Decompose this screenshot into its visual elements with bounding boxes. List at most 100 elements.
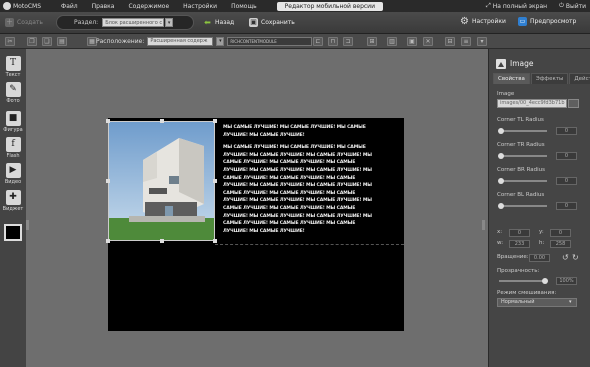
slider-knob[interactable] <box>498 153 504 159</box>
collapse-right-handle[interactable] <box>482 220 485 230</box>
layer-down-icon[interactable]: ▾ <box>477 37 487 46</box>
menu-file[interactable]: Файл <box>61 3 78 10</box>
tool-shape[interactable]: ■ Фигура <box>2 111 24 133</box>
grid-icon[interactable]: ▥ <box>387 37 397 46</box>
close-icon[interactable]: ✕ <box>423 37 433 46</box>
align-left-icon[interactable]: ⊏ <box>313 37 323 46</box>
resize-handle-top[interactable] <box>160 119 164 123</box>
browse-image-button[interactable] <box>568 99 579 108</box>
menu-help[interactable]: Помощь <box>231 3 257 10</box>
back-button[interactable]: ⬅ Назад <box>203 18 234 27</box>
layers-icon[interactable]: ≡ <box>461 37 471 46</box>
color-swatch[interactable] <box>4 224 22 241</box>
slider-knob[interactable] <box>498 128 504 134</box>
distribute-icon[interactable]: ⊞ <box>367 37 377 46</box>
image-path-field[interactable]: images/00_4ecc9fd3b71b <box>497 99 567 108</box>
fullscreen-icon: ⤢ <box>485 2 491 9</box>
video-tool-icon: ▶ <box>5 163 21 178</box>
paste-icon[interactable]: ❑ <box>42 37 52 46</box>
tab-actions[interactable]: Действия <box>569 73 590 84</box>
slider-knob[interactable] <box>498 178 504 184</box>
cut-icon[interactable]: ✂ <box>5 37 15 46</box>
rotation-field[interactable]: 0.00 <box>529 254 550 262</box>
create-button[interactable]: ＋ Создать <box>5 18 43 27</box>
selected-image[interactable] <box>108 121 215 241</box>
tool-flash[interactable]: f Flash <box>2 137 24 159</box>
width-field[interactable]: 233 <box>509 240 530 248</box>
menu-bar: MotoCMS Файл Правка Содержимое Настройки… <box>0 0 590 12</box>
corner-tr-field[interactable]: 0 <box>556 152 577 160</box>
text-block-border <box>215 244 404 245</box>
chevron-down-icon[interactable]: ▾ <box>216 37 225 46</box>
save-label: Сохранить <box>261 19 295 26</box>
slider-knob[interactable] <box>542 278 548 284</box>
menu-settings[interactable]: Настройки <box>183 3 217 10</box>
tab-mobile-editor[interactable]: Редактор мобильной версии <box>276 1 383 11</box>
gear-icon: ⚙ <box>460 15 469 27</box>
section-label: Раздел: <box>74 19 99 26</box>
delete-icon[interactable]: ▤ <box>57 37 67 46</box>
corner-br-slider[interactable] <box>498 178 547 184</box>
corner-tr-slider[interactable] <box>498 153 547 159</box>
height-field[interactable]: 258 <box>550 240 571 248</box>
chevron-down-icon[interactable]: ▾ <box>569 299 572 305</box>
app-name: MotoCMS <box>13 2 42 10</box>
resize-handle-left[interactable] <box>106 179 110 183</box>
collapse-left-handle[interactable] <box>26 220 29 230</box>
tool-text[interactable]: T Текст <box>2 56 24 78</box>
resize-handle-br[interactable] <box>213 239 217 243</box>
lock-icon[interactable]: ⊟ <box>445 37 455 46</box>
resize-handle-right[interactable] <box>213 179 217 183</box>
menu-content[interactable]: Содержимое <box>128 3 169 10</box>
copy-icon[interactable]: ❐ <box>27 37 37 46</box>
resize-handle-bottom[interactable] <box>160 239 164 243</box>
resize-handle-tr[interactable] <box>213 119 217 123</box>
text-block[interactable]: МЫ САМЫЕ ЛУЧШИЕ! МЫ САМЫЕ ЛУЧШИЕ! МЫ САМ… <box>223 124 373 240</box>
text-tool-icon: T <box>5 56 21 71</box>
tool-photo[interactable]: ✎ Фото <box>2 82 24 104</box>
chevron-down-icon[interactable]: ▾ <box>165 18 174 27</box>
bring-front-icon[interactable]: ▣ <box>407 37 417 46</box>
layout-selector: Расположение: Расширенная содерж ▾ RICHC… <box>96 36 313 47</box>
tool-video[interactable]: ▶ Видео <box>2 163 24 185</box>
x-field[interactable]: 0 <box>509 229 530 237</box>
tab-properties[interactable]: Свойства <box>493 73 530 84</box>
align-right-icon[interactable]: ⊐ <box>343 37 353 46</box>
section-select[interactable]: Блок расширенного с <box>102 18 165 27</box>
corner-bl-field[interactable]: 0 <box>556 202 577 210</box>
save-button[interactable]: ▣ Сохранить <box>249 18 295 27</box>
tool-flash-label: Flash <box>6 153 20 159</box>
layout-select[interactable]: Расширенная содерж <box>147 37 214 46</box>
y-label: y: <box>539 229 544 235</box>
blend-mode-select[interactable]: Нормальный <box>497 298 577 307</box>
tool-widget[interactable]: ✚ Виджет <box>2 190 24 212</box>
tab-effects[interactable]: Эффекты <box>530 73 569 84</box>
exit-button[interactable]: ⏻ Выйти <box>559 2 586 10</box>
opacity-field[interactable]: 100% <box>556 277 577 285</box>
rotate-left-icon[interactable]: ↺ <box>562 253 569 262</box>
corner-br-field[interactable]: 0 <box>556 177 577 185</box>
slider-knob[interactable] <box>498 203 504 209</box>
rotate-right-icon[interactable]: ↻ <box>572 253 579 262</box>
opacity-slider[interactable] <box>499 278 548 284</box>
corner-bl-slider[interactable] <box>498 203 547 209</box>
menu-edit[interactable]: Правка <box>92 3 115 10</box>
tool-widget-label: Виджет <box>2 206 24 212</box>
settings-button[interactable]: ⚙ Настройки <box>460 15 506 27</box>
tool-text-label: Текст <box>5 72 21 78</box>
fullscreen-button[interactable]: ⤢ На полный экран <box>486 2 547 10</box>
w-label: w: <box>497 240 504 246</box>
rotation-label: Вращение: <box>497 254 529 260</box>
resize-handle-tl[interactable] <box>106 119 110 123</box>
align-center-icon[interactable]: ⊓ <box>328 37 338 46</box>
resize-handle-bl[interactable] <box>106 239 110 243</box>
app-logo: MotoCMS <box>3 2 41 10</box>
corner-tl-field[interactable]: 0 <box>556 127 577 135</box>
image-icon <box>496 58 506 69</box>
y-field[interactable]: 0 <box>550 229 571 237</box>
module-name-field[interactable]: RICHCONTENTMODULE <box>227 37 313 46</box>
tool-video-label: Видео <box>4 179 22 185</box>
preview-button[interactable]: ▭ Предпросмотр <box>518 17 576 26</box>
create-label: Создать <box>17 19 43 26</box>
corner-tl-slider[interactable] <box>498 128 547 134</box>
